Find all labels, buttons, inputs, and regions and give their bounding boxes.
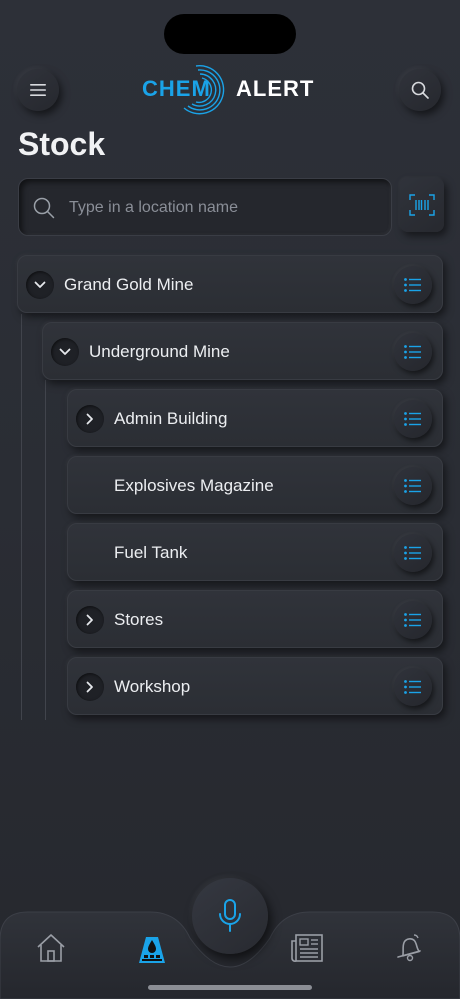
tree-node-site[interactable]: Underground Mine	[42, 322, 443, 380]
tree-guide-line	[21, 314, 22, 720]
hamburger-menu-icon	[30, 84, 46, 96]
expand-button[interactable]	[76, 405, 104, 433]
microphone-icon	[219, 899, 241, 932]
tree-node-root[interactable]: Grand Gold Mine	[17, 255, 443, 313]
tree-node-child[interactable]: Fuel Tank	[67, 523, 443, 581]
view-stock-list-button[interactable]	[394, 601, 432, 639]
chevron-right-icon	[86, 681, 93, 693]
chevron-down-icon	[34, 281, 46, 288]
view-stock-list-button[interactable]	[394, 534, 432, 572]
list-icon	[404, 546, 421, 560]
collapse-button[interactable]	[26, 271, 54, 299]
tree-node-child[interactable]: Admin Building	[67, 389, 443, 447]
home-icon	[37, 934, 65, 962]
search-icon	[33, 197, 55, 219]
search-icon	[411, 81, 429, 99]
list-icon	[404, 680, 421, 694]
news-icon	[291, 934, 323, 962]
list-icon	[404, 613, 421, 627]
view-stock-list-button[interactable]	[394, 333, 432, 371]
chevron-right-icon	[86, 614, 93, 626]
chevron-down-icon	[59, 348, 71, 355]
view-stock-list-button[interactable]	[394, 400, 432, 438]
device-notch	[164, 14, 296, 54]
nav-news[interactable]	[289, 930, 325, 966]
nav-alerts[interactable]	[391, 930, 427, 966]
home-indicator	[148, 985, 312, 990]
location-search-input[interactable]	[69, 179, 379, 237]
header-search-button[interactable]	[399, 69, 441, 111]
chemalert-logo: CHEM ALERT	[140, 62, 320, 116]
tree-node-label: Underground Mine	[89, 342, 230, 361]
voice-search-button[interactable]	[192, 878, 268, 954]
list-icon	[404, 412, 421, 426]
view-stock-list-button[interactable]	[394, 467, 432, 505]
list-icon	[404, 479, 421, 493]
tree-node-label: Admin Building	[114, 409, 228, 428]
logo-alert-text: ALERT	[236, 76, 314, 101]
tree-node-label: Explosives Magazine	[114, 476, 274, 495]
view-stock-list-button[interactable]	[394, 266, 432, 304]
tree-node-child[interactable]: Explosives Magazine	[67, 456, 443, 514]
nav-home[interactable]	[33, 930, 69, 966]
nav-stock[interactable]	[134, 930, 170, 966]
expand-button[interactable]	[76, 606, 104, 634]
view-stock-list-button[interactable]	[394, 668, 432, 706]
location-search-field[interactable]	[18, 178, 392, 237]
logo-chem-text: CHEM	[142, 76, 211, 101]
tree-node-label: Grand Gold Mine	[64, 275, 194, 294]
barcode-scan-icon	[409, 194, 435, 216]
expand-button[interactable]	[76, 673, 104, 701]
tree-node-child[interactable]: Stores	[67, 590, 443, 648]
barcode-scan-button[interactable]	[400, 178, 444, 232]
menu-button[interactable]	[17, 69, 59, 111]
list-icon	[404, 345, 421, 359]
tree-guide-line	[45, 380, 46, 720]
bell-icon	[397, 934, 421, 962]
list-icon	[404, 278, 421, 292]
page-title: Stock	[18, 126, 106, 162]
tree-node-label: Fuel Tank	[114, 543, 188, 562]
stock-icon	[139, 937, 165, 963]
chevron-right-icon	[86, 413, 93, 425]
tree-node-label: Stores	[114, 610, 164, 629]
tree-node-child[interactable]: Workshop	[67, 657, 443, 715]
tree-node-label: Workshop	[114, 677, 191, 696]
collapse-button[interactable]	[51, 338, 79, 366]
